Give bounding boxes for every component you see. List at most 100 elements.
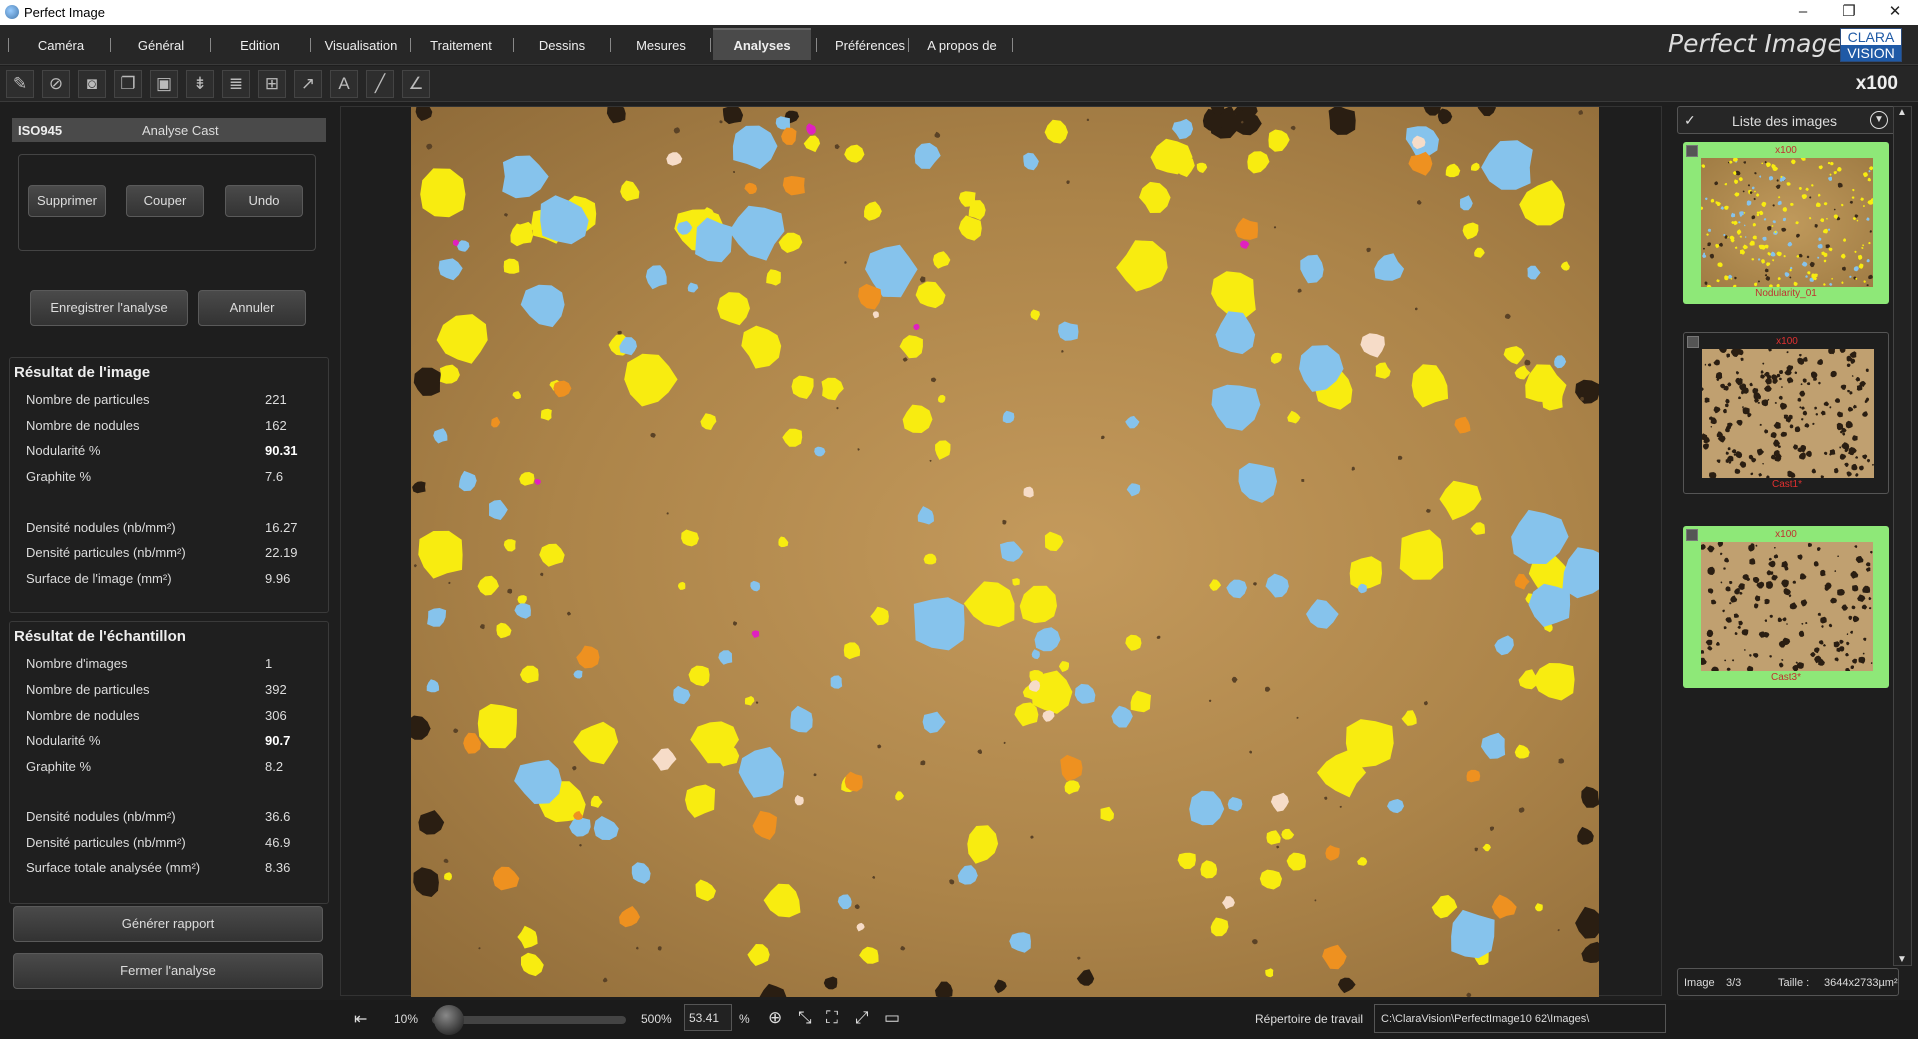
- menu-analyses[interactable]: Analyses: [713, 28, 811, 60]
- thumbnail-dot: [1806, 382, 1811, 386]
- thumbnail-dot: [1789, 602, 1798, 610]
- nodule-blue: [1009, 932, 1031, 953]
- thumbnail-dot: [1813, 561, 1819, 567]
- nodule-blue: [922, 711, 946, 734]
- minimize-button[interactable]: –: [1780, 0, 1826, 25]
- dark-inclusion: [606, 107, 626, 124]
- nodule-blue: [1300, 254, 1324, 284]
- arrow-icon[interactable]: ↗: [294, 70, 322, 98]
- particle-orange: [781, 127, 797, 145]
- thumbnail-dot: [1723, 567, 1726, 570]
- thumbnail-dot: [1716, 279, 1720, 283]
- edit-icon[interactable]: ✎: [6, 70, 34, 98]
- speck: [479, 624, 485, 630]
- angle-icon[interactable]: ∠: [402, 70, 430, 98]
- speck: [732, 170, 735, 173]
- speck: [453, 728, 459, 733]
- screen-icon[interactable]: ▭: [884, 1008, 900, 1028]
- menu-camera[interactable]: Caméra: [18, 35, 104, 57]
- thumbnail-dot: [1828, 247, 1833, 252]
- menu-general[interactable]: Général: [118, 35, 204, 57]
- zoom-input[interactable]: 53.41: [684, 1004, 732, 1031]
- full-view-icon[interactable]: ⛶: [826, 1008, 838, 1028]
- thumbnail-dot: [1739, 235, 1742, 238]
- restore-button[interactable]: ❐: [1826, 0, 1872, 25]
- thumbnail-dot: [1739, 461, 1747, 468]
- image-list-header: ✓ Liste des images ▼: [1677, 106, 1897, 134]
- line-icon[interactable]: ╱: [366, 70, 394, 98]
- image-list-scrollbar[interactable]: ▲ ▼: [1893, 106, 1912, 966]
- menu-traitement[interactable]: Traitement: [416, 35, 506, 57]
- thumbnail-nodularity-01[interactable]: x100 Nodularity_01: [1683, 142, 1889, 304]
- camera-icon[interactable]: ◙: [78, 70, 106, 98]
- thumbnail-cast3[interactable]: x100 Cast3*: [1683, 526, 1889, 688]
- menu-edition[interactable]: Edition: [216, 35, 304, 57]
- close-analysis-button[interactable]: Fermer l'analyse: [13, 953, 323, 989]
- thumbnail-dot: [1706, 284, 1712, 290]
- thumbnail-dot: [1747, 413, 1752, 418]
- thumbnail-dot: [1783, 255, 1786, 258]
- text-icon[interactable]: A: [330, 70, 358, 98]
- thumbnail-dot: [1778, 196, 1781, 199]
- no-camera-icon[interactable]: ⊘: [42, 70, 70, 98]
- thumbnail-dot: [1859, 465, 1864, 471]
- thumbnail-name: Cast1*: [1771, 479, 1802, 490]
- thumbnail-dot: [1831, 277, 1833, 280]
- speck: [478, 947, 481, 950]
- nodule-yellow: [1268, 129, 1290, 152]
- layers-icon[interactable]: ⇟: [186, 70, 214, 98]
- nodule-yellow: [747, 944, 770, 966]
- grid-icon[interactable]: ⊞: [258, 70, 286, 98]
- magnification-label: x100: [1855, 73, 1898, 94]
- menu-dessins[interactable]: Dessins: [520, 35, 604, 57]
- thumbnail-dot: [1744, 236, 1747, 238]
- particle-orange: [553, 380, 572, 398]
- undo-button[interactable]: Undo: [225, 185, 303, 217]
- nodule-yellow: [620, 180, 640, 202]
- nodule-blue: [1189, 790, 1225, 826]
- nodule-yellow: [540, 408, 552, 421]
- thumbnail-dot: [1761, 201, 1767, 207]
- thumbnail-dot: [1855, 473, 1859, 477]
- menu-a-propos[interactable]: A propos de: [914, 35, 1010, 57]
- fit-window-icon[interactable]: ⤡: [798, 1008, 812, 1028]
- thumbnail-cast1[interactable]: x100 Cast1*: [1683, 332, 1889, 494]
- save-analysis-button[interactable]: Enregistrer l'analyse: [30, 290, 188, 326]
- thumbnail-dot: [1761, 162, 1763, 165]
- menu-preferences[interactable]: Préférences: [822, 35, 918, 57]
- workdir-path-field[interactable]: C:\ClaraVision\PerfectImage10 62\Images\: [1374, 1004, 1666, 1033]
- dark-inclusion: [1328, 107, 1356, 135]
- fit-left-icon[interactable]: ⇤: [354, 1009, 367, 1029]
- menu-mesures[interactable]: Mesures: [615, 35, 707, 57]
- thumbnail-dot: [1774, 547, 1776, 549]
- delete-button[interactable]: Supprimer: [28, 185, 106, 217]
- close-button[interactable]: ✕: [1872, 0, 1918, 25]
- scroll-down-icon[interactable]: ▼: [1897, 954, 1907, 965]
- menu-visualisation[interactable]: Visualisation: [316, 35, 406, 57]
- zoom-slider-handle[interactable]: [434, 1005, 465, 1035]
- particle-cream: [872, 311, 879, 319]
- nodule-yellow: [864, 201, 882, 221]
- nodule-yellow: [1270, 352, 1282, 364]
- micrograph-image[interactable]: [411, 107, 1599, 997]
- thumbnail-dot: [1749, 382, 1753, 387]
- save-icon[interactable]: ▣: [150, 70, 178, 98]
- speck: [844, 261, 847, 264]
- generate-report-button[interactable]: Générer rapport: [13, 906, 323, 942]
- expand-icon[interactable]: ⤢: [855, 1008, 869, 1028]
- cancel-button[interactable]: Annuler: [198, 290, 306, 326]
- thumbnail-dot: [1794, 426, 1801, 433]
- nodule-blue: [750, 580, 761, 592]
- zoom-in-icon[interactable]: ⊕: [768, 1008, 782, 1028]
- particle-orange: [492, 866, 520, 891]
- speck: [636, 946, 639, 950]
- scroll-up-icon[interactable]: ▲: [1897, 107, 1907, 118]
- images-icon[interactable]: ❐: [114, 70, 142, 98]
- thumbnail-dot: [1839, 347, 1846, 353]
- thumbnail-dot: [1799, 452, 1806, 460]
- stack-icon[interactable]: ≣: [222, 70, 250, 98]
- thumbnail-dot: [1769, 614, 1773, 618]
- dropdown-icon[interactable]: ▼: [1870, 111, 1888, 129]
- cut-button[interactable]: Couper: [126, 185, 204, 217]
- nodule-yellow: [1116, 240, 1168, 292]
